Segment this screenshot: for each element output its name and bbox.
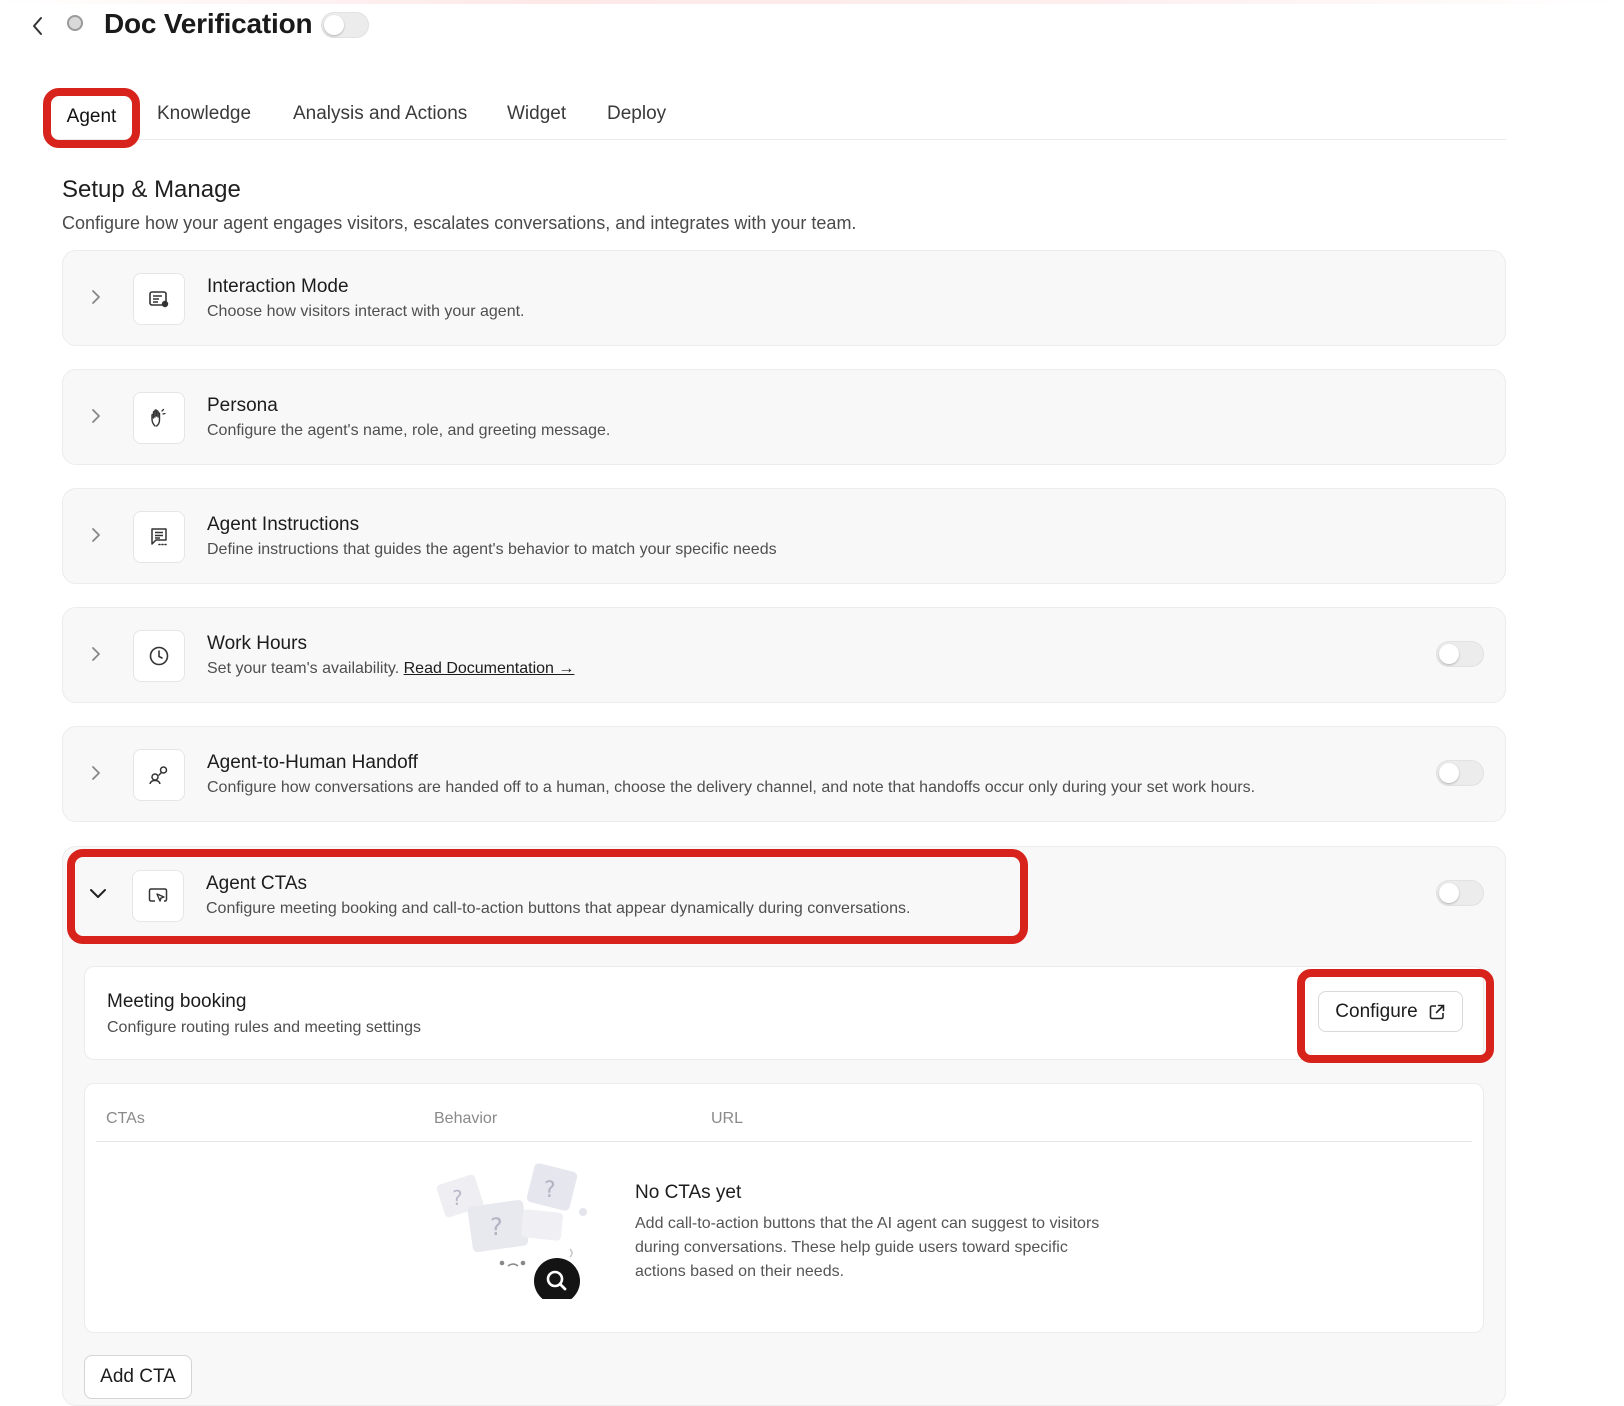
configure-button[interactable]: Configure (1318, 991, 1463, 1032)
card-description-text: Set your team's availability. (207, 660, 404, 677)
back-arrow-icon[interactable] (28, 14, 48, 38)
card-work-hours[interactable]: Work Hours Set your team's availability.… (62, 607, 1506, 703)
card-title: Work Hours (207, 633, 307, 654)
chevron-right-icon (92, 766, 100, 780)
instructions-icon (133, 511, 185, 563)
chat-document-icon (133, 273, 185, 325)
chevron-right-icon (92, 290, 100, 304)
card-title: Agent Instructions (207, 514, 360, 535)
svg-text:?: ? (544, 1178, 556, 1203)
handoff-toggle[interactable] (1436, 760, 1484, 786)
chevron-right-icon (92, 528, 100, 542)
meeting-booking-panel: Meeting booking Configure routing rules … (84, 966, 1484, 1060)
card-interaction-mode[interactable]: Interaction Mode Choose how visitors int… (62, 250, 1506, 346)
card-title: Agent-to-Human Handoff (207, 752, 418, 773)
table-header-divider (96, 1141, 1472, 1142)
card-title: Persona (207, 395, 278, 416)
svg-text:?: ? (490, 1213, 503, 1241)
agent-ctas-header[interactable]: Agent CTAs Configure meeting booking and… (83, 864, 1012, 928)
top-accent (0, 0, 1624, 4)
card-persona[interactable]: Persona Configure the agent's name, role… (62, 369, 1506, 465)
svg-text:?: ? (452, 1186, 463, 1210)
external-link-icon (1429, 1004, 1444, 1019)
card-description: Set your team's availability. Read Docum… (207, 660, 574, 678)
cursor-screen-icon (132, 870, 184, 922)
column-header-behavior: Behavior (434, 1110, 498, 1127)
tab-deploy[interactable]: Deploy (607, 103, 666, 125)
card-description: Configure the agent's name, role, and gr… (207, 422, 611, 439)
page-title: Doc Verification (104, 8, 313, 39)
card-description: Configure meeting booking and call-to-ac… (206, 900, 911, 917)
column-header-url: URL (711, 1110, 744, 1127)
agent-active-toggle[interactable] (321, 12, 369, 38)
work-hours-toggle[interactable] (1436, 641, 1484, 667)
card-title: Interaction Mode (207, 276, 349, 297)
column-header-ctas: CTAs (106, 1110, 145, 1127)
chevron-down-icon (90, 889, 106, 898)
waving-hand-icon (133, 392, 185, 444)
tab-agent[interactable]: Agent (58, 101, 125, 133)
tab-analysis-and-actions[interactable]: Analysis and Actions (293, 103, 467, 125)
chevron-right-icon (92, 647, 100, 661)
card-agent-instructions[interactable]: Agent Instructions Define instructions t… (62, 488, 1506, 584)
read-documentation-link[interactable]: Read Documentation → (404, 660, 575, 677)
chevron-right-icon (92, 409, 100, 423)
meeting-booking-description: Configure routing rules and meeting sett… (107, 1019, 421, 1036)
meeting-booking-title: Meeting booking (107, 991, 247, 1012)
tab-knowledge[interactable]: Knowledge (157, 103, 251, 125)
handoff-icon (133, 749, 185, 801)
card-description: Choose how visitors interact with your a… (207, 303, 525, 320)
section-subtitle: Configure how your agent engages visitor… (62, 213, 857, 233)
tab-widget[interactable]: Widget (507, 103, 566, 125)
cta-table: CTAs Behavior URL ? ? ? No CTAs yet Add … (84, 1083, 1484, 1333)
clock-icon (133, 630, 185, 682)
agent-ctas-toggle[interactable] (1436, 880, 1484, 906)
tabs-divider (43, 139, 1506, 140)
configure-button-label: Configure (1335, 1000, 1418, 1022)
card-description: Configure how conversations are handed o… (207, 779, 1256, 796)
card-title: Agent CTAs (206, 873, 308, 894)
card-description: Define instructions that guides the agen… (207, 541, 777, 558)
empty-state-title: No CTAs yet (635, 1182, 742, 1203)
add-cta-button[interactable]: Add CTA (84, 1355, 192, 1399)
empty-state-description: Add call-to-action buttons that the AI a… (635, 1215, 1100, 1280)
empty-state-illustration-icon: ? ? ? (436, 1163, 587, 1299)
card-agent-to-human-handoff[interactable]: Agent-to-Human Handoff Configure how con… (62, 726, 1506, 822)
section-title: Setup & Manage (62, 176, 241, 203)
status-indicator (67, 15, 83, 31)
